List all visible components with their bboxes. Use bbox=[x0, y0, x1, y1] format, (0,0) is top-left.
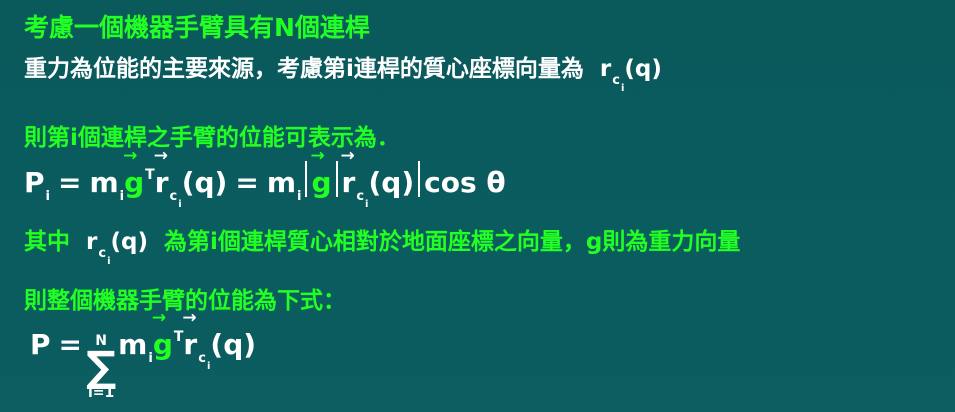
potential-source-line: 重力為位能的主要來源，考慮第i連桿的質心座標向量為 r c i (q) bbox=[24, 49, 670, 94]
total-transpose-superscript: T bbox=[173, 329, 184, 345]
definition-suffix: 為第i個連桿質心相對於地面座標之向量，g則為重力向量 bbox=[164, 229, 741, 255]
r-symbol-2: r bbox=[86, 229, 98, 255]
total-position-subscript-c: c bbox=[198, 351, 206, 366]
magnitude-bar-left bbox=[305, 161, 308, 197]
position-argument-2: (q) bbox=[368, 166, 415, 199]
magnitude-bar-right bbox=[418, 161, 421, 197]
position-vector: r bbox=[154, 148, 169, 199]
total-position-subscript-i: i bbox=[206, 361, 211, 372]
r-subscript-i: i bbox=[620, 83, 625, 94]
cosine-term: cos θ bbox=[424, 166, 506, 199]
position-vector-2: r bbox=[341, 148, 356, 199]
position-subscript-i-2: i bbox=[365, 199, 369, 210]
position-subscript-c: c bbox=[169, 189, 178, 204]
slide-background: 考慮一個機器手臂具有N個連桿 重力為位能的主要來源，考慮第i連桿的質心座標向量為… bbox=[0, 0, 955, 412]
equals-sign-2: = bbox=[235, 166, 259, 199]
summation-operator: N ∑ i=1 bbox=[86, 334, 116, 400]
link-potential-formula: P i = m i g T r c i (q) = m i g r c i (q… bbox=[24, 148, 506, 210]
equals-sign: = bbox=[58, 166, 82, 199]
total-potential-formula: P = N ∑ i=1 m i g T r c i (q) bbox=[30, 310, 257, 409]
inline-rci-formula-2: r c i (q) bbox=[86, 229, 149, 267]
r-subscript-i-2: i bbox=[107, 256, 111, 267]
gravity-vector-2: g bbox=[310, 148, 331, 199]
definition-prefix: 其中 bbox=[24, 229, 70, 255]
r-subscript-c: c bbox=[612, 73, 620, 88]
position-subscript-c-2: c bbox=[356, 189, 365, 204]
p-symbol: P bbox=[24, 166, 45, 199]
position-argument: (q) bbox=[181, 166, 228, 199]
summation-lower-limit: i=1 bbox=[87, 384, 115, 401]
p-subscript: i bbox=[45, 189, 50, 204]
r-argument-2: (q) bbox=[110, 229, 149, 255]
magnitude-bar-middle bbox=[335, 161, 338, 197]
total-gravity-vector: g bbox=[152, 310, 173, 361]
total-mass-symbol: m bbox=[118, 328, 148, 361]
total-position-vector: r bbox=[182, 310, 197, 361]
mass-subscript-2: i bbox=[297, 189, 302, 204]
position-subscript-i: i bbox=[178, 199, 182, 210]
total-p-symbol: P bbox=[30, 328, 51, 361]
intro-text: 考慮一個機器手臂具有N個連桿 bbox=[24, 13, 370, 42]
potential-source-text: 重力為位能的主要來源，考慮第i連桿的質心座標向量為 bbox=[24, 56, 584, 82]
definition-line: 其中 r c i (q) 為第i個連桿質心相對於地面座標之向量，g則為重力向量 bbox=[24, 222, 741, 267]
r-argument: (q) bbox=[624, 56, 662, 82]
total-position-argument: (q) bbox=[210, 328, 257, 361]
transpose-superscript: T bbox=[145, 167, 155, 183]
r-symbol: r bbox=[599, 56, 612, 82]
mass-symbol: m bbox=[89, 166, 119, 199]
inline-rci-formula: r c i (q) bbox=[599, 56, 662, 94]
r-subscript-c-2: c bbox=[98, 246, 107, 261]
mass-symbol-2: m bbox=[266, 166, 296, 199]
summation-symbol: ∑ bbox=[86, 342, 117, 391]
gravity-vector: g bbox=[123, 148, 144, 199]
intro-line: 考慮一個機器手臂具有N個連桿 bbox=[24, 8, 370, 44]
total-equals-sign: = bbox=[58, 328, 82, 361]
